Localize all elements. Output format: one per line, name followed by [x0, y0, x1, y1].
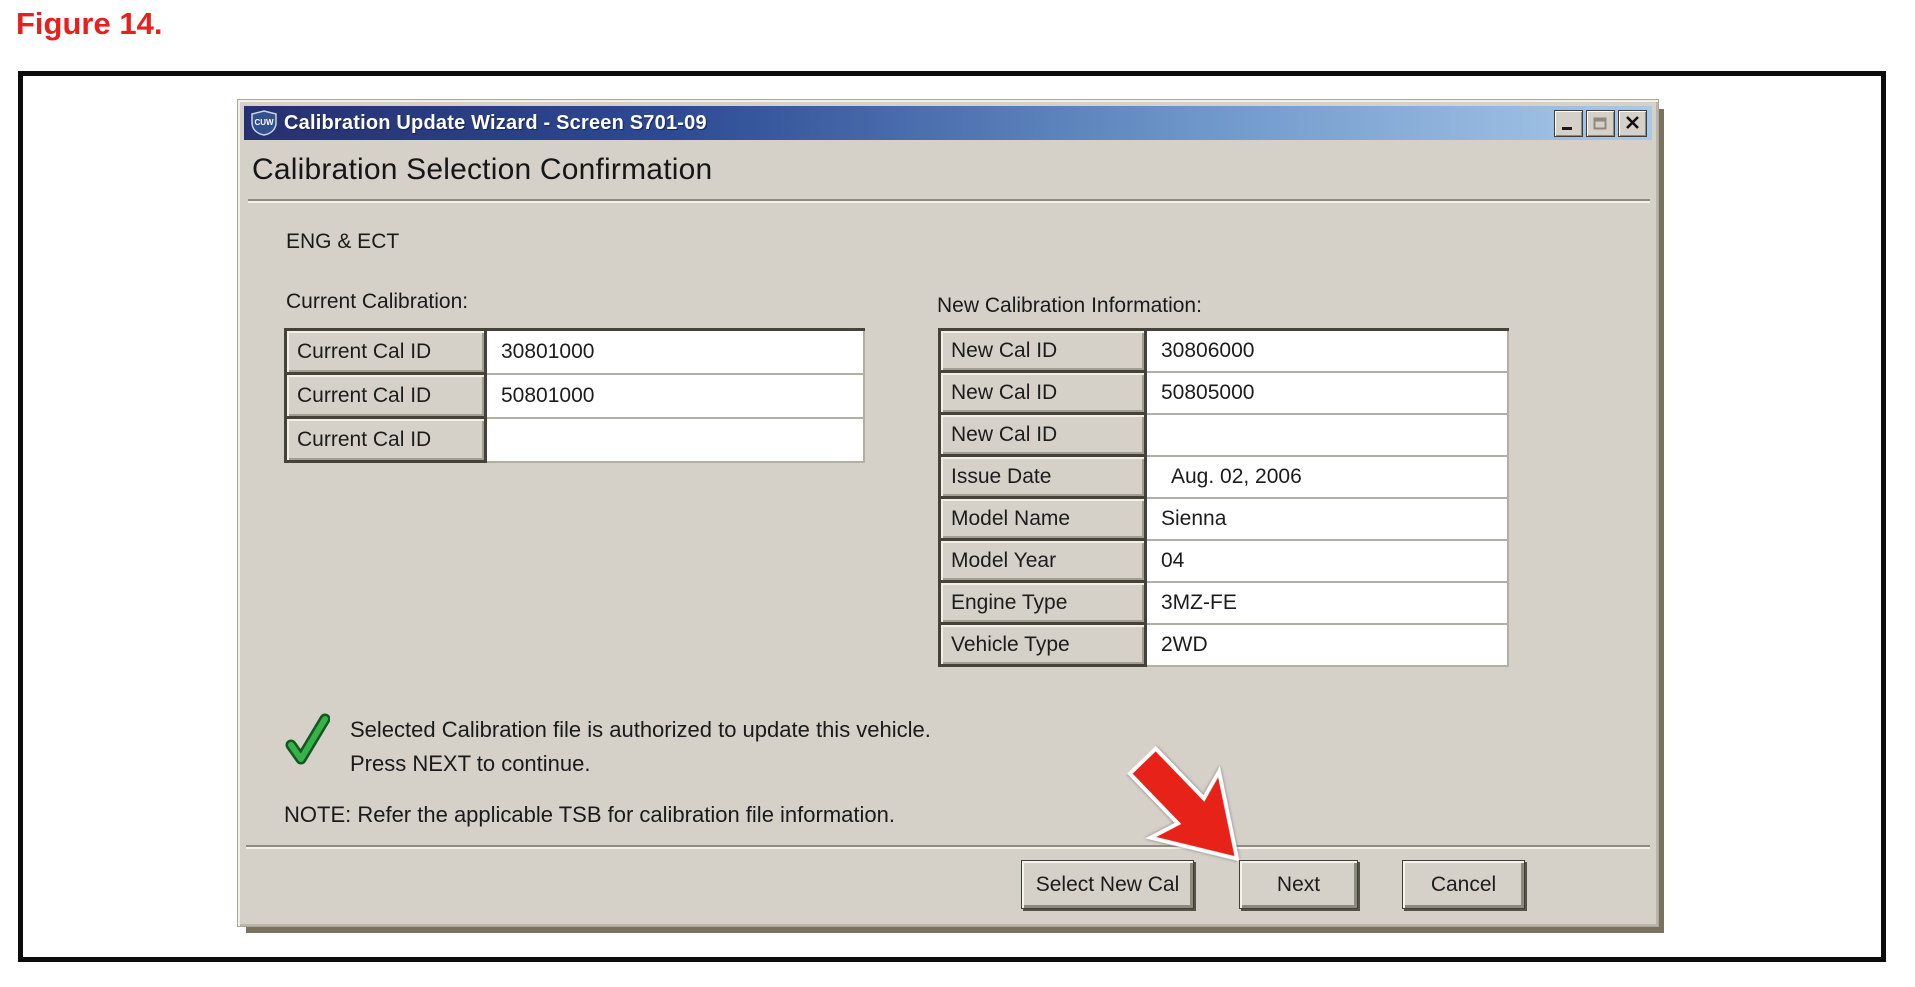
status-message-line2: Press NEXT to continue.	[350, 751, 591, 777]
cal-label-cell: Current Cal ID	[286, 330, 486, 374]
page-title: Calibration Selection Confirmation	[252, 153, 712, 187]
maximize-button[interactable]	[1586, 110, 1615, 137]
table-row: Current Cal ID 30801000	[286, 330, 864, 374]
table-row: Current Cal ID	[286, 418, 864, 462]
cuw-shield-icon: CUW	[250, 110, 278, 136]
minimize-button[interactable]	[1554, 110, 1583, 137]
table-row: Engine Type 3MZ-FE	[940, 582, 1508, 624]
cal-label-cell: New Cal ID	[940, 330, 1146, 372]
new-calibration-caption: New Calibration Information:	[937, 294, 1202, 318]
cal-label-cell: New Cal ID	[940, 372, 1146, 414]
next-button[interactable]: Next	[1239, 860, 1358, 909]
calibration-wizard-dialog: CUW Calibration Update Wizard - Screen S…	[237, 99, 1659, 927]
cal-value-cell: 30806000	[1146, 330, 1508, 372]
cal-value-cell	[486, 418, 864, 462]
table-row: Current Cal ID 50801000	[286, 374, 864, 418]
status-message-line1: Selected Calibration file is authorized …	[350, 717, 931, 743]
table-row: New Cal ID 30806000	[940, 330, 1508, 372]
select-new-cal-button[interactable]: Select New Cal	[1021, 860, 1194, 909]
green-checkmark-icon	[284, 712, 330, 768]
cal-value-cell: 04	[1146, 540, 1508, 582]
button-area-divider	[246, 845, 1650, 849]
cal-value-cell: Sienna	[1146, 498, 1508, 540]
cal-label-cell: Model Year	[940, 540, 1146, 582]
titlebar: CUW Calibration Update Wizard - Screen S…	[244, 106, 1652, 140]
cal-value-cell: 30801000	[486, 330, 864, 374]
table-row: Vehicle Type 2WD	[940, 624, 1508, 666]
table-row: New Cal ID 50805000	[940, 372, 1508, 414]
close-button[interactable]	[1618, 110, 1647, 137]
cal-label-cell: Issue Date	[940, 456, 1146, 498]
heading-divider	[248, 199, 1650, 203]
cal-label-cell: Model Name	[940, 498, 1146, 540]
cal-label-cell: Vehicle Type	[940, 624, 1146, 666]
note-text: NOTE: Refer the applicable TSB for calib…	[284, 802, 895, 828]
cal-label-cell: Current Cal ID	[286, 418, 486, 462]
figure-border-box: CUW Calibration Update Wizard - Screen S…	[18, 71, 1886, 962]
cancel-button[interactable]: Cancel	[1402, 860, 1525, 909]
cal-label-cell: New Cal ID	[940, 414, 1146, 456]
svg-text:CUW: CUW	[254, 118, 274, 127]
cal-label-cell: Current Cal ID	[286, 374, 486, 418]
cal-value-cell: 2WD	[1146, 624, 1508, 666]
table-row: Model Name Sienna	[940, 498, 1508, 540]
maximize-icon	[1592, 116, 1609, 131]
table-row: Issue Date Aug. 02, 2006	[940, 456, 1508, 498]
section-label: ENG & ECT	[286, 230, 399, 254]
cal-value-cell: 50805000	[1146, 372, 1508, 414]
current-calibration-caption: Current Calibration:	[286, 290, 468, 314]
new-calibration-table: New Cal ID 30806000 New Cal ID 50805000 …	[938, 328, 1509, 667]
current-calibration-table: Current Cal ID 30801000 Current Cal ID 5…	[284, 328, 865, 463]
cal-label-cell: Engine Type	[940, 582, 1146, 624]
close-icon	[1624, 115, 1641, 131]
window-title: Calibration Update Wizard - Screen S701-…	[284, 112, 1554, 135]
figure-caption: Figure 14.	[16, 6, 162, 42]
minimize-icon	[1560, 116, 1577, 131]
cal-value-cell: 50801000	[486, 374, 864, 418]
cal-value-cell	[1146, 414, 1508, 456]
table-row: Model Year 04	[940, 540, 1508, 582]
cal-value-cell: 3MZ-FE	[1146, 582, 1508, 624]
table-row: New Cal ID	[940, 414, 1508, 456]
cal-value-cell: Aug. 02, 2006	[1146, 456, 1508, 498]
